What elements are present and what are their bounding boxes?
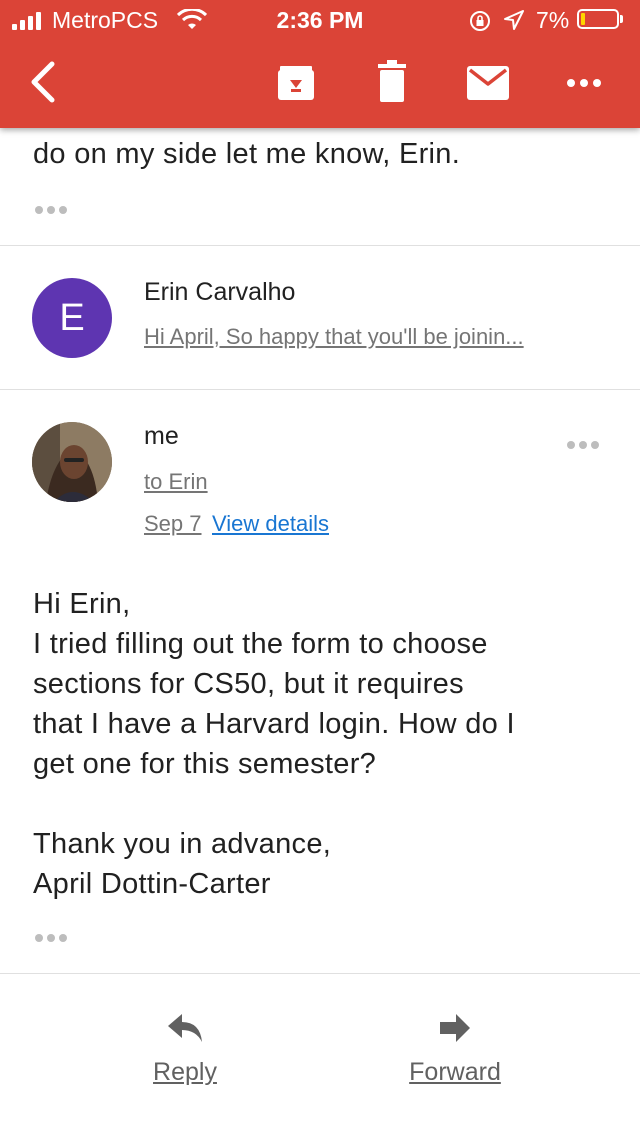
top-app-bar: MetroPCS 2:36 PM 7%	[0, 0, 640, 128]
back-icon[interactable]	[26, 60, 60, 104]
forward-label: Forward	[409, 1058, 501, 1086]
recipient-link[interactable]: to Erin	[144, 469, 208, 495]
divider	[0, 389, 640, 390]
previous-message-text: do on my side let me know, Erin.	[33, 138, 461, 170]
battery-percent: 7%	[536, 7, 570, 33]
battery-icon	[577, 9, 623, 29]
sender-name: me	[144, 422, 179, 450]
body-line: sections for CS50, but it requires	[33, 668, 464, 700]
rotation-lock-icon	[470, 11, 490, 31]
message-more-button[interactable]	[567, 441, 599, 449]
body-line: April Dottin-Carter	[33, 868, 271, 900]
reply-button[interactable]: Reply	[120, 1012, 250, 1087]
delete-icon[interactable]	[378, 60, 406, 104]
reply-label: Reply	[153, 1058, 217, 1086]
archive-icon[interactable]	[276, 62, 316, 102]
message-date: Sep 7	[144, 511, 202, 536]
body-line	[33, 784, 613, 824]
mark-unread-icon[interactable]	[467, 66, 509, 100]
message-snippet: Hi April, So happy that you'll be joinin…	[144, 324, 524, 349]
body-line: that I have a Harvard login. How do I	[33, 708, 515, 740]
sender-name: Erin Carvalho	[144, 278, 296, 306]
body-line: get one for this semester?	[33, 748, 377, 780]
reply-icon	[168, 1014, 202, 1042]
show-trimmed-content-button[interactable]	[35, 934, 67, 942]
avatar: E	[32, 278, 112, 358]
location-arrow-icon	[504, 10, 524, 30]
divider	[0, 245, 640, 246]
divider	[0, 973, 640, 974]
show-trimmed-content-button[interactable]	[35, 206, 67, 214]
more-icon[interactable]	[566, 78, 602, 88]
body-line: Hi Erin,	[33, 588, 131, 620]
view-details-link[interactable]: View details	[212, 511, 329, 537]
forward-button[interactable]: Forward	[390, 1012, 520, 1087]
body-line: Thank you in advance,	[33, 828, 332, 860]
status-bar: MetroPCS 2:36 PM 7%	[0, 0, 640, 40]
message-body: Hi Erin, I tried filling out the form to…	[33, 584, 613, 904]
forward-icon	[440, 1014, 470, 1042]
avatar	[32, 422, 112, 502]
body-line: I tried filling out the form to choose	[33, 628, 488, 660]
